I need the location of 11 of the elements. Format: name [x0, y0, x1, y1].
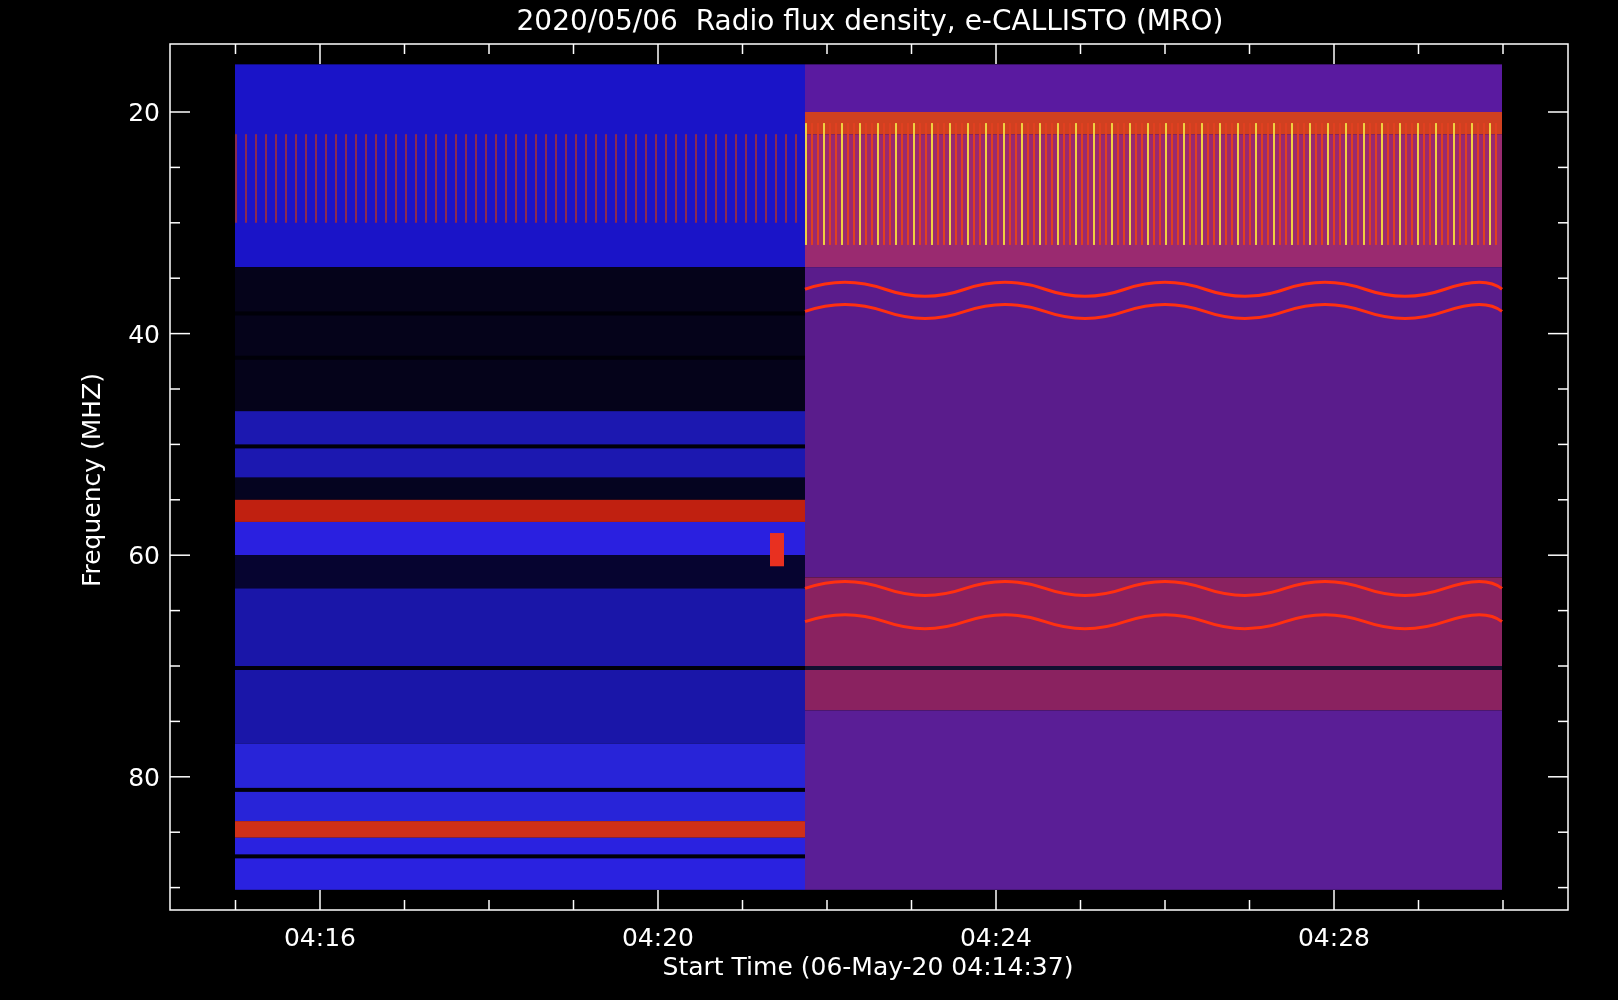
chart-title: 2020/05/06 Radio flux density, e-CALLISTO (MRO) [516, 4, 1224, 37]
tick-label: 60 [128, 541, 160, 571]
tick-label: 20 [128, 98, 160, 127]
axis-title: Start Time (06-May-20 04:14:37) [662, 952, 1074, 981]
tick-label: 04:16 [284, 923, 356, 952]
tick-label: 04:28 [1298, 923, 1370, 952]
axis-title: Frequency (MHZ) [77, 372, 106, 588]
tick-label: 04:20 [622, 923, 694, 952]
tick-label: 80 [128, 762, 160, 792]
tick-label: 40 [128, 319, 160, 349]
tick-label: 04:24 [960, 923, 1032, 952]
